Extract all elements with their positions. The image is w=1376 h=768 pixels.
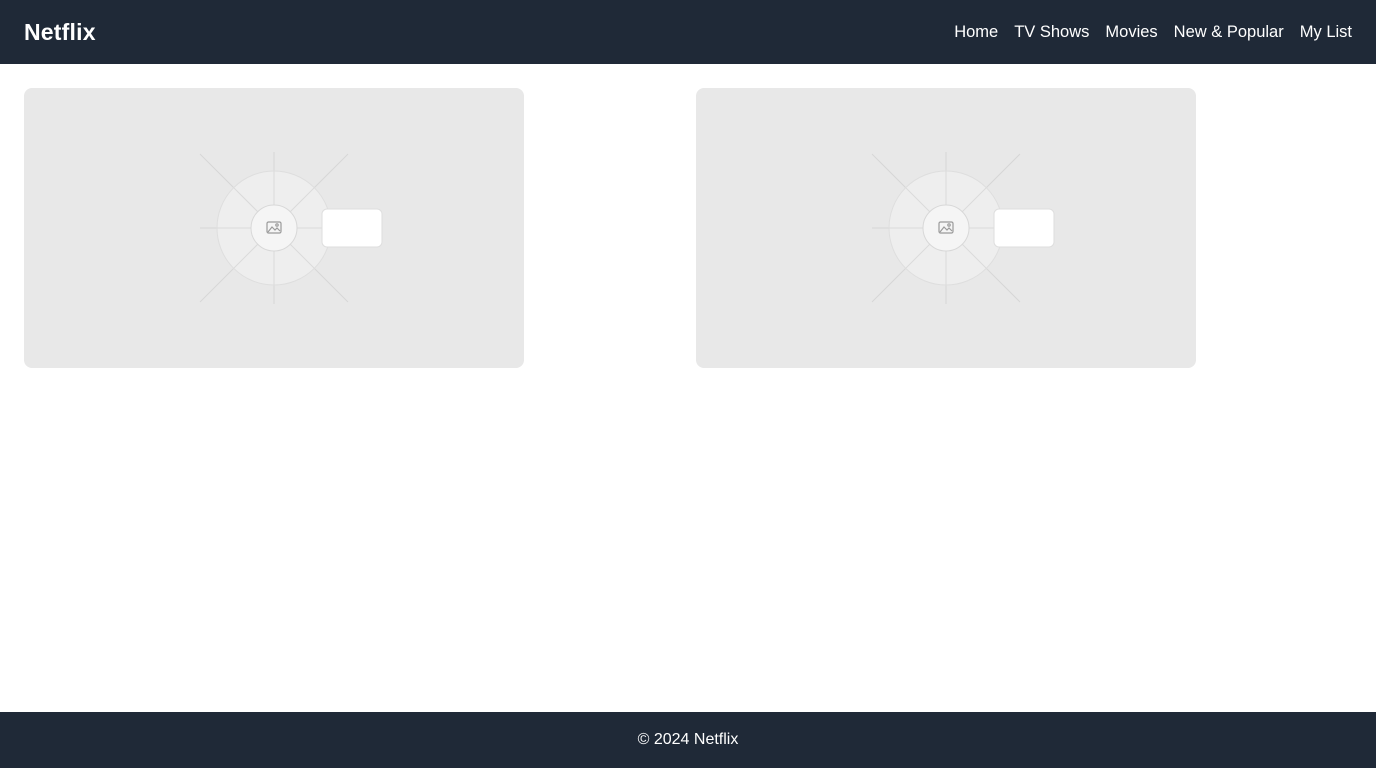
- nav-item-my-list[interactable]: My List: [1300, 23, 1352, 42]
- site-footer: © 2024 Netflix: [0, 712, 1376, 768]
- footer-copyright: © 2024 Netflix: [637, 731, 739, 748]
- site-header: Netflix Home TV Shows Movies New & Popul…: [0, 0, 1376, 64]
- image-placeholder-icon: [199, 152, 383, 304]
- nav-item-new-popular[interactable]: New & Popular: [1174, 23, 1284, 42]
- image-placeholder-icon: [871, 152, 1055, 304]
- nav-item-home[interactable]: Home: [954, 23, 998, 42]
- nav-item-movies[interactable]: Movies: [1105, 23, 1157, 42]
- main-nav: Home TV Shows Movies New & Popular My Li…: [954, 23, 1352, 42]
- content-card[interactable]: [696, 88, 1196, 368]
- main-content: [0, 64, 1376, 712]
- content-card[interactable]: [24, 88, 524, 368]
- brand-logo[interactable]: Netflix: [24, 19, 96, 46]
- nav-item-tv-shows[interactable]: TV Shows: [1014, 23, 1089, 42]
